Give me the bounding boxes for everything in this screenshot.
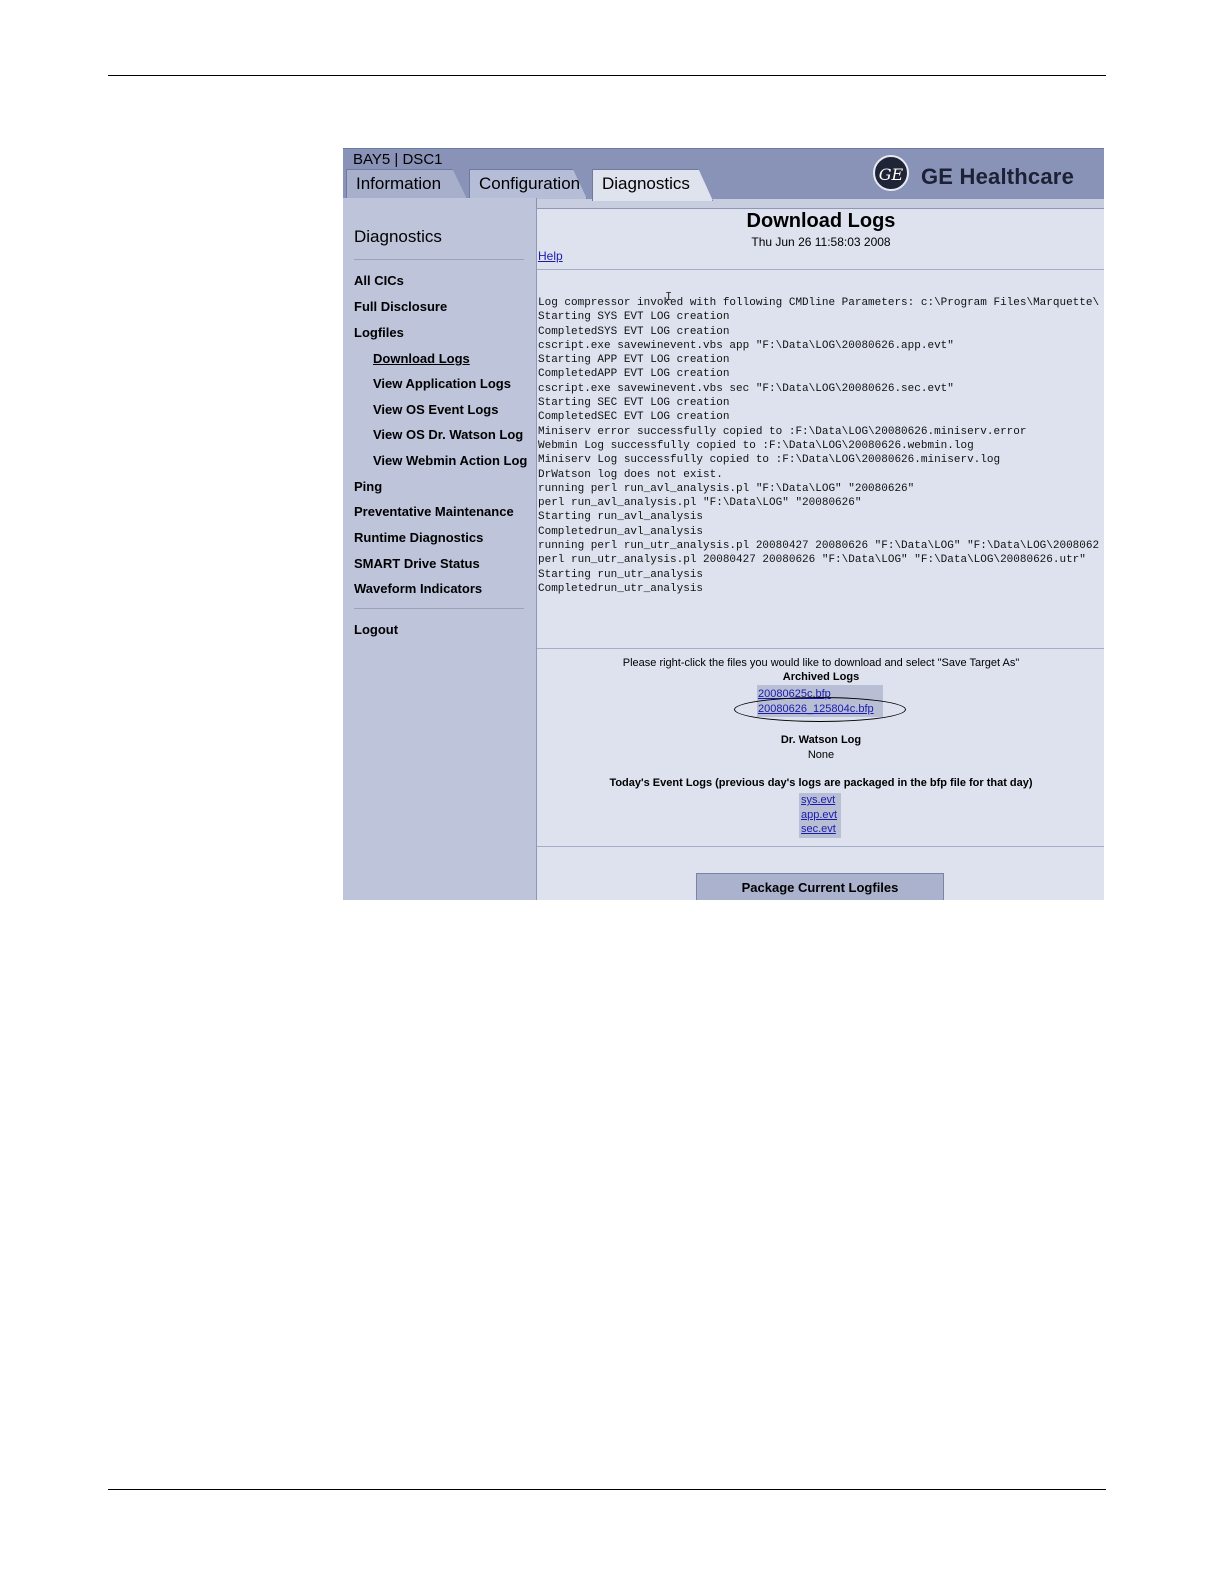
sidebar-item-ping[interactable]: Ping: [354, 479, 382, 494]
log-line: CompletedAPP EVT LOG creation: [538, 368, 730, 381]
page-bottom-rule: [108, 1489, 1106, 1490]
sidebar-divider: [354, 608, 524, 609]
log-line: Completedrun_avl_analysis: [538, 525, 704, 538]
sidebar-title: Diagnostics: [354, 227, 442, 246]
tab-configuration[interactable]: Configuration: [469, 169, 587, 199]
tab-information[interactable]: Information: [346, 169, 467, 199]
log-line: Starting SYS EVT LOG creation: [538, 311, 730, 324]
sidebar-item-logout[interactable]: Logout: [354, 622, 398, 637]
sidebar-item-view-dr-watson-log[interactable]: View OS Dr. Watson Log: [373, 427, 523, 442]
log-line: DrWatson log does not exist.: [538, 468, 723, 481]
event-log-link[interactable]: app.evt: [801, 809, 837, 821]
log-line: Starting APP EVT LOG creation: [538, 354, 730, 367]
tab-diagnostics[interactable]: Diagnostics: [592, 169, 713, 201]
page-top-rule: [108, 75, 1106, 76]
brand: GE GE Healthcare: [873, 155, 1098, 195]
package-logfiles-button[interactable]: Package Current Logfiles: [696, 873, 944, 900]
main-content: Download Logs Thu Jun 26 11:58:03 2008 H…: [536, 208, 1104, 900]
dr-watson-heading: Dr. Watson Log: [780, 734, 862, 746]
download-instructions: Please right-click the files you would l…: [622, 657, 1020, 669]
archived-logs-heading: Archived Logs: [782, 671, 860, 683]
brand-name: GE Healthcare: [921, 164, 1075, 189]
content-divider: [537, 269, 1104, 270]
screenshot-window: BAY5 | DSC1 Information Configuration Di…: [343, 148, 1104, 900]
sidebar-item-logfiles[interactable]: Logfiles: [354, 325, 404, 340]
log-line: Webmin Log successfully copied to :F:\Da…: [538, 439, 974, 452]
content-divider: [537, 846, 1104, 847]
log-line: Miniserv Log successfully copied to :F:\…: [538, 454, 1001, 467]
sidebar-item-download-logs[interactable]: Download Logs: [373, 351, 470, 366]
log-line: Miniserv error successfully copied to :F…: [538, 425, 1027, 438]
page-title: Download Logs: [746, 210, 896, 232]
log-line: perl run_avl_analysis.pl "F:\Data\LOG" "…: [538, 497, 862, 510]
log-line: cscript.exe savewinevent.vbs sec "F:\Dat…: [538, 382, 954, 395]
sidebar-item-waveform-indicators[interactable]: Waveform Indicators: [354, 581, 482, 596]
content-divider: [537, 648, 1104, 649]
page-timestamp: Thu Jun 26 11:58:03 2008: [751, 235, 891, 249]
station-label: BAY5 | DSC1: [353, 151, 443, 168]
log-line: cscript.exe savewinevent.vbs app "F:\Dat…: [538, 339, 954, 352]
log-line: Starting run_avl_analysis: [538, 511, 704, 524]
log-line: Starting SEC EVT LOG creation: [538, 397, 730, 410]
sidebar-item-runtime-diagnostics[interactable]: Runtime Diagnostics: [354, 530, 483, 545]
event-log-link[interactable]: sec.evt: [801, 823, 836, 835]
sidebar-item-all-cics[interactable]: All CICs: [354, 273, 404, 288]
log-line: CompletedSEC EVT LOG creation: [538, 411, 730, 424]
sidebar: Diagnostics All CICs Full Disclosure Log…: [343, 198, 537, 900]
sidebar-item-smart-drive-status[interactable]: SMART Drive Status: [354, 556, 480, 571]
log-line: Completedrun_utr_analysis: [538, 582, 704, 595]
sidebar-item-view-os-event-logs[interactable]: View OS Event Logs: [373, 402, 498, 417]
log-line: Log compressor invoked with following CM…: [538, 297, 1100, 309]
sidebar-divider: [354, 259, 524, 260]
log-line: CompletedSYS EVT LOG creation: [538, 325, 730, 338]
dr-watson-value: None: [807, 749, 835, 761]
sidebar-item-view-webmin-action-log[interactable]: View Webmin Action Log: [373, 453, 527, 468]
log-line: Starting run_utr_analysis: [538, 568, 704, 581]
log-output: Log compressor invoked with following CM…: [538, 296, 1104, 596]
log-line: running perl run_avl_analysis.pl "F:\Dat…: [538, 482, 915, 495]
log-line: perl run_utr_analysis.pl 20080427 200806…: [538, 554, 1086, 567]
log-line: running perl run_utr_analysis.pl 2008042…: [538, 540, 1100, 553]
sidebar-item-full-disclosure[interactable]: Full Disclosure: [354, 299, 447, 314]
sidebar-item-view-application-logs[interactable]: View Application Logs: [373, 376, 511, 391]
help-link[interactable]: Help: [538, 249, 563, 263]
app-header: BAY5 | DSC1 Information Configuration Di…: [343, 148, 1104, 201]
event-log-link[interactable]: sys.evt: [801, 794, 835, 806]
sidebar-item-preventative-maintenance[interactable]: Preventative Maintenance: [354, 504, 514, 519]
event-logs-heading: Today's Event Logs (previous day's logs …: [609, 777, 1033, 789]
ge-monogram-icon: GE: [873, 155, 909, 191]
highlight-annotation: [734, 697, 906, 722]
